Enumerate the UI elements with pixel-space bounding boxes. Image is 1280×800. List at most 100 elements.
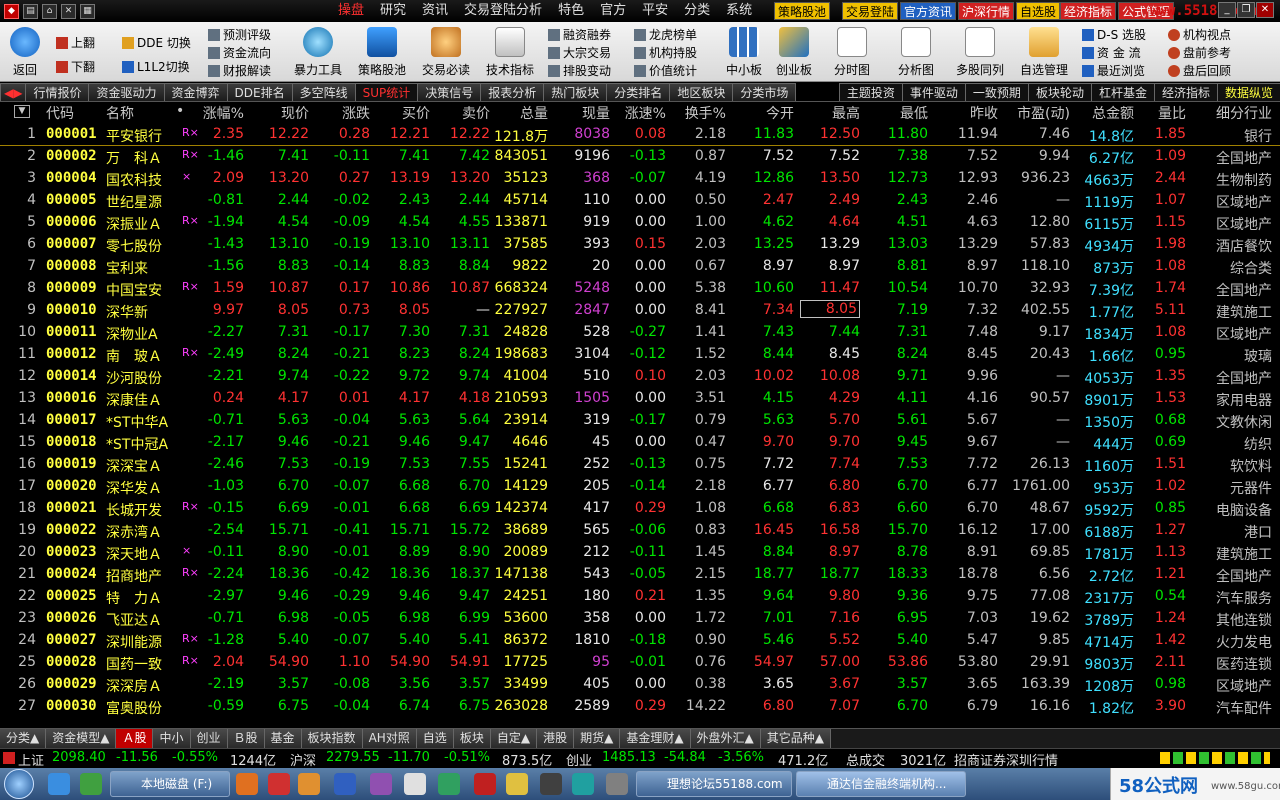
table-row[interactable]: 5 000006 深振业Ａ R× -1.94 4.54 -0.09 4.54 4.55 13387… <box>0 212 1280 234</box>
minimize-icon[interactable]: _ <box>1218 2 1236 18</box>
tab-nav-arrows[interactable]: ◀▶ <box>0 83 27 101</box>
table-row[interactable]: 26 000029 深深房Ａ -2.19 3.57 -0.08 3.56 3.57 33499 4… <box>0 674 1280 696</box>
tab-fund-game[interactable]: 资金博弈 <box>163 83 228 101</box>
col-high[interactable]: 最高 <box>800 103 860 123</box>
market-tab[interactable]: 期货▲ <box>574 729 621 748</box>
tab-dde-rank[interactable]: DDE排名 <box>226 83 293 101</box>
col-prev-close[interactable]: 昨收 <box>940 103 998 123</box>
menu-features[interactable]: 特色 <box>550 0 592 22</box>
post-market-button[interactable]: 盘后回顾 <box>1168 62 1231 79</box>
tab-sector-rotation[interactable]: 板块轮动 <box>1027 83 1092 101</box>
table-row[interactable]: 14 000017 *ST中华A -0.71 5.63 -0.04 5.63 5.64 2391… <box>0 410 1280 432</box>
table-row[interactable]: 13 000016 深康佳Ａ 0.24 4.17 0.01 4.17 4.18 210593 15… <box>0 388 1280 410</box>
table-row[interactable]: 24 000027 深圳能源 R× -1.28 5.40 -0.07 5.40 5.41 8637… <box>0 630 1280 652</box>
market-tab[interactable]: 资金模型▲ <box>46 729 117 748</box>
tab-quotes[interactable]: 行情报价 <box>25 83 90 101</box>
menu-research[interactable]: 研究 <box>372 0 414 22</box>
menu-trading[interactable]: 操盘 <box>330 0 372 22</box>
app-logo-icon[interactable]: ◆ <box>4 3 19 19</box>
col-cur-volume[interactable]: 现量 <box>560 103 610 123</box>
dde-switch-button[interactable]: DDE 切换 <box>122 34 191 51</box>
market-tab[interactable]: 其它品种▲ <box>760 729 832 748</box>
col-speed[interactable]: 涨速% <box>618 103 666 123</box>
table-row[interactable]: 2 000002 万 科Ａ R× -1.46 7.41 -0.11 7.41 7.42 84305… <box>0 146 1280 168</box>
table-row[interactable]: 6 000007 零七股份 -1.43 13.10 -0.19 13.10 13.11 3758… <box>0 234 1280 256</box>
report-analysis-button[interactable]: 财报解读 <box>208 62 271 79</box>
table-row[interactable]: 7 000008 宝利来 -1.56 8.83 -0.14 8.83 8.84 9822 20 0.… <box>0 256 1280 278</box>
col-low[interactable]: 最低 <box>866 103 928 123</box>
col-vol-ratio[interactable]: 量比 <box>1140 103 1186 123</box>
fund-flow-button[interactable]: 资金流向 <box>208 44 271 61</box>
tech-indicator-button[interactable]: 技术指标 <box>480 24 540 80</box>
app-icon-teal[interactable] <box>572 773 594 795</box>
tab-category-market[interactable]: 分类市场 <box>732 83 797 101</box>
table-row[interactable]: 22 000025 特 力Ａ -2.97 9.46 -0.29 9.46 9.47 24251 1… <box>0 586 1280 608</box>
tab-consensus[interactable]: 一致预期 <box>964 83 1029 101</box>
tab-decision-signal[interactable]: 决策信号 <box>417 83 482 101</box>
analysis-chart-button[interactable]: 分析图 <box>886 24 946 80</box>
tab-event-drive[interactable]: 事件驱动 <box>901 83 966 101</box>
table-row[interactable]: 23 000026 飞亚达Ａ -0.71 6.98 -0.05 6.98 6.99 53600 3… <box>0 608 1280 630</box>
app-icon-yellow[interactable] <box>506 773 528 795</box>
back-button[interactable]: 返回 <box>0 24 50 80</box>
table-row[interactable]: 27 000030 富奥股份 -0.59 6.75 -0.04 6.74 6.75 263028… <box>0 696 1280 718</box>
app-icon-red2[interactable] <box>474 773 496 795</box>
market-tab[interactable]: 创业 <box>190 729 228 748</box>
market-tab[interactable]: 基金理财▲ <box>620 729 691 748</box>
market-tab[interactable]: 分类▲ <box>0 729 47 748</box>
quick-watchlist[interactable]: 自选股 <box>1016 2 1061 20</box>
market-tab[interactable]: 板块 <box>453 729 491 748</box>
table-row[interactable]: 9 000010 深华新 9.97 8.05 0.73 8.05 —227927 2847 0.0… <box>0 300 1280 322</box>
table-row[interactable]: 1 000001 平安银行 R× 2.35 12.22 0.28 12.21 12.22 121.… <box>0 124 1280 146</box>
menu-official[interactable]: 官方 <box>592 0 634 22</box>
ie-icon[interactable] <box>48 773 70 795</box>
task-forum[interactable]: 理想论坛55188.com <box>636 771 792 797</box>
tab-sup-stats[interactable]: SUP统计 <box>354 83 419 101</box>
quick-official-news[interactable]: 官方资讯 <box>900 2 957 20</box>
table-row[interactable]: 18 000021 长城开发 R× -0.15 6.69 -0.01 6.68 6.69 1423… <box>0 498 1280 520</box>
tab-region-sectors[interactable]: 地区板块 <box>669 83 734 101</box>
table-row[interactable]: 11 000012 南 玻Ａ R× -2.49 8.24 -0.21 8.23 8.24 1986… <box>0 344 1280 366</box>
market-tab[interactable]: 基金 <box>264 729 302 748</box>
market-tab[interactable]: Ｂ股 <box>227 729 265 748</box>
tab-econ-indicator[interactable]: 经济指标 <box>1153 83 1218 101</box>
app-icon-red[interactable] <box>268 773 290 795</box>
tools-icon[interactable]: ✕ <box>61 3 76 19</box>
block-trade-button[interactable]: 大宗交易 <box>548 44 611 61</box>
market-tab[interactable]: 自选 <box>416 729 454 748</box>
capital-flow-button[interactable]: 资 金 流 <box>1082 44 1141 61</box>
margin-trading-button[interactable]: 融资融券 <box>548 26 611 43</box>
market-tab[interactable]: 中小 <box>153 729 191 748</box>
market-tab[interactable]: 板块指数 <box>301 729 363 748</box>
forecast-rating-button[interactable]: 预测评级 <box>208 26 271 43</box>
table-row[interactable]: 21 000024 招商地产 R× -2.24 18.36 -0.42 18.36 18.37 1… <box>0 564 1280 586</box>
power-tools-button[interactable]: 暴力工具 <box>288 24 348 80</box>
col-name[interactable]: 名称 <box>106 103 134 123</box>
col-code[interactable]: 代码 <box>46 103 74 123</box>
market-tab[interactable]: 自定▲ <box>490 729 538 748</box>
restore-icon[interactable]: ❐ <box>1237 2 1255 18</box>
tab-data-overview[interactable]: 数据纵览 <box>1216 83 1280 101</box>
sort-dropdown-icon[interactable]: ▼ <box>14 105 30 118</box>
col-price[interactable]: 现价 <box>258 103 309 123</box>
menu-system[interactable]: 系统 <box>718 0 760 22</box>
tab-leveraged-fund[interactable]: 杠杆基金 <box>1090 83 1155 101</box>
table-row[interactable]: 19 000022 深赤湾Ａ -2.54 15.71 -0.41 15.71 15.72 386… <box>0 520 1280 542</box>
col-industry[interactable]: 细分行业 <box>1190 103 1272 123</box>
col-turnover[interactable]: 换手% <box>680 103 726 123</box>
menu-news[interactable]: 资讯 <box>414 0 456 22</box>
pre-market-button[interactable]: 盘前参考 <box>1168 44 1231 61</box>
table-row[interactable]: 20 000023 深天地Ａ × -0.11 8.90 -0.01 8.89 8.90 20089… <box>0 542 1280 564</box>
table-row[interactable]: 15 000018 *ST中冠A -2.17 9.46 -0.21 9.46 9.47 4646… <box>0 432 1280 454</box>
app-icon-blue[interactable] <box>334 773 356 795</box>
market-tab[interactable]: AH对照 <box>362 729 417 748</box>
strategy-pool-button[interactable]: 策略股池 <box>352 24 412 80</box>
task-tdx-terminal[interactable]: 通达信金融终端机构... <box>796 771 966 797</box>
table-row[interactable]: 17 000020 深华发Ａ -1.03 6.70 -0.07 6.68 6.70 14129 2… <box>0 476 1280 498</box>
table-row[interactable]: 12 000014 沙河股份 -2.21 9.74 -0.22 9.72 9.74 41004 5… <box>0 366 1280 388</box>
col-volume[interactable]: 总量 <box>494 103 548 123</box>
tab-fund-drive[interactable]: 资金驱动力 <box>88 83 165 101</box>
tab-category-rank[interactable]: 分类排名 <box>606 83 671 101</box>
tab-hot-sectors[interactable]: 热门板块 <box>543 83 608 101</box>
quick-strategy-pool[interactable]: 策略股池 <box>774 2 831 20</box>
